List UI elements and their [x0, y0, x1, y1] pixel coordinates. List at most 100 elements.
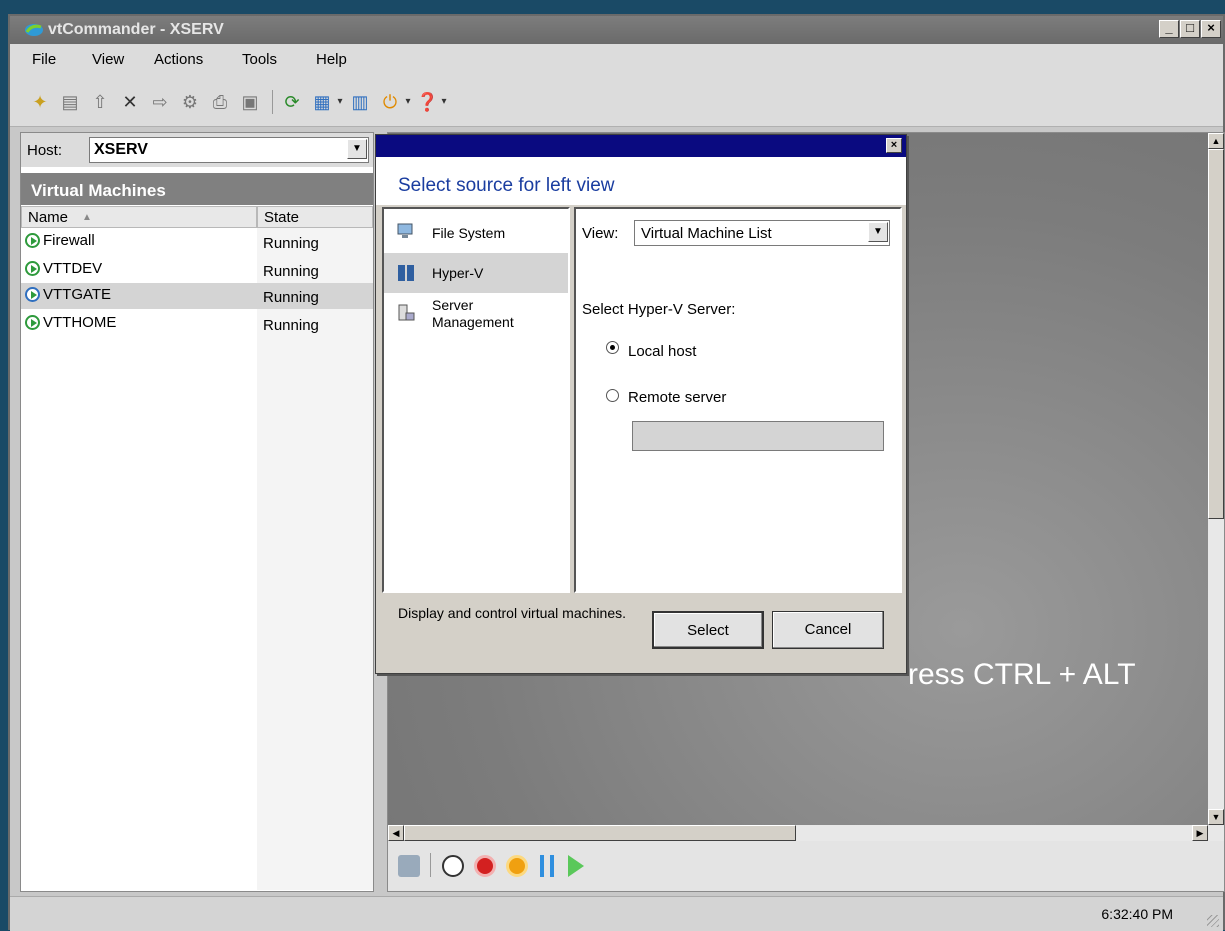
host-select[interactable]: XSERV ▼ [89, 137, 369, 163]
turn-off-icon[interactable] [474, 855, 496, 877]
dialog-title-bar[interactable]: × [376, 135, 906, 157]
view-value: Virtual Machine List [641, 225, 772, 242]
dropdown-arrow-icon[interactable]: ▼ [347, 139, 367, 159]
window-title: vtCommander - XSERV [48, 21, 224, 38]
source-label: Hyper-V [432, 265, 484, 281]
vm-list-title: Virtual Machines [31, 181, 166, 200]
ctrl-alt-del-icon[interactable] [398, 855, 420, 877]
host-label: Host: [27, 142, 63, 159]
scroll-right-icon[interactable]: ▶ [1192, 825, 1208, 841]
minimize-button[interactable]: _ [1159, 20, 1179, 38]
console-login-text: ress CTRL + ALT [908, 658, 1136, 691]
vm-state: Running [263, 317, 319, 334]
sort-ascending-icon: ▲ [82, 212, 92, 223]
vertical-scroll-thumb[interactable] [1208, 149, 1224, 519]
menu-file[interactable]: File [32, 51, 56, 68]
export-icon[interactable]: ⇧ [90, 92, 110, 112]
remote-server-label[interactable]: Remote server [628, 389, 726, 406]
maximize-button[interactable]: □ [1180, 20, 1200, 38]
start-icon[interactable] [568, 855, 584, 877]
column-name-label: Name [28, 209, 69, 226]
vm-running-icon [25, 233, 40, 248]
vm-row[interactable]: Firewall Running [21, 229, 373, 255]
connect-icon[interactable]: ⚙ [180, 92, 200, 112]
cancel-button[interactable]: Cancel [772, 611, 884, 649]
layout-icon[interactable]: ▥ [350, 92, 370, 112]
control-separator [430, 853, 431, 877]
local-host-radio[interactable] [606, 341, 619, 354]
status-time: 6:32:40 PM [1101, 906, 1173, 922]
vm-state: Running [263, 235, 319, 252]
menu-tools[interactable]: Tools [242, 51, 277, 68]
toolbar-separator [272, 90, 273, 114]
menu-bar: File View Actions Tools Help [10, 44, 1223, 76]
vm-row[interactable]: VTTHOME Running [21, 311, 373, 337]
column-header-name[interactable]: Name ▲ [21, 206, 257, 228]
help-icon[interactable]: ❓ [416, 92, 438, 112]
new-icon[interactable]: ✦ [30, 92, 50, 112]
vertical-scrollbar[interactable]: ▲ ▼ [1208, 133, 1224, 841]
vm-list-header: Virtual Machines [21, 173, 373, 205]
server-icon [398, 265, 414, 281]
title-bar[interactable]: vtCommander - XSERV _ □ × [10, 16, 1223, 44]
remote-server-input[interactable] [632, 421, 884, 451]
horizontal-scroll-thumb[interactable] [404, 825, 796, 841]
clipboard-icon[interactable]: ▣ [240, 92, 260, 112]
select-button[interactable]: Select [652, 611, 764, 649]
shutdown-icon[interactable] [506, 855, 528, 877]
chevron-down-icon[interactable]: ▾ [330, 92, 350, 112]
properties-icon[interactable]: ▤ [60, 92, 80, 112]
column-header-state[interactable]: State [257, 206, 373, 228]
chevron-down-icon[interactable]: ▾ [398, 92, 418, 112]
dialog-close-button[interactable]: × [886, 138, 902, 153]
vm-name: Firewall [43, 232, 95, 249]
server-management-icon [398, 304, 415, 321]
menu-actions[interactable]: Actions [154, 51, 203, 68]
print-icon[interactable]: ⎙ [210, 92, 230, 112]
vm-running-icon [25, 261, 40, 276]
column-state-label: State [264, 209, 300, 226]
vm-row[interactable]: VTTDEV Running [21, 257, 373, 283]
toolbar: ✦ ▤ ⇧ ✕ ⇨ ⚙ ⎙ ▣ ⟳ ▦ ▾ ▥ ⏻ ▾ ❓ ▾ [10, 76, 1223, 127]
dropdown-arrow-icon[interactable]: ▼ [868, 222, 888, 242]
vm-name: VTTGATE [43, 286, 112, 303]
remote-server-radio[interactable] [606, 389, 619, 402]
power-icon[interactable]: ⏻ [380, 92, 400, 112]
source-item-file-system[interactable]: File System [384, 215, 568, 251]
vm-running-icon [25, 287, 40, 302]
left-pane: Host: XSERV ▼ Virtual Machines Name ▲ St… [20, 132, 374, 892]
pause-icon[interactable] [540, 855, 554, 877]
stop-icon[interactable] [442, 855, 464, 877]
vm-state: Running [263, 263, 319, 280]
horizontal-scrollbar[interactable]: ◀ ▶ [388, 825, 1208, 841]
view-select[interactable]: Virtual Machine List ▼ [634, 220, 890, 246]
delete-icon[interactable]: ✕ [120, 92, 140, 112]
source-label: File System [432, 225, 506, 241]
chevron-down-icon[interactable]: ▾ [434, 92, 454, 112]
menu-view[interactable]: View [92, 51, 124, 68]
scroll-up-icon[interactable]: ▲ [1208, 133, 1224, 149]
folder-computer-icon [397, 223, 413, 238]
scroll-left-icon[interactable]: ◀ [388, 825, 404, 841]
dialog-header: Select source for left view [376, 157, 906, 205]
vm-name: VTTHOME [43, 314, 117, 331]
local-host-label[interactable]: Local host [628, 343, 696, 360]
source-label-line1: Server [432, 297, 474, 313]
vm-state: Running [263, 289, 319, 306]
scroll-down-icon[interactable]: ▼ [1208, 809, 1224, 825]
view-label: View: [582, 225, 619, 242]
view-icon[interactable]: ▦ [312, 92, 332, 112]
vm-row-selected[interactable]: VTTGATE Running [21, 283, 373, 309]
resize-grip-icon[interactable] [1207, 915, 1219, 927]
select-source-dialog: × Select source for left view File Syste… [375, 134, 907, 674]
dialog-title: Select source for left view [398, 175, 615, 196]
source-item-hyper-v[interactable]: Hyper-V [384, 253, 568, 293]
import-icon[interactable]: ⇨ [150, 92, 170, 112]
refresh-icon[interactable]: ⟳ [282, 92, 302, 112]
host-row: Host: XSERV ▼ [21, 133, 373, 167]
status-bar: 6:32:40 PM [10, 896, 1223, 931]
menu-help[interactable]: Help [316, 51, 347, 68]
source-item-server-management[interactable]: Server Management [384, 297, 568, 341]
source-list: File System Hyper-V Server Management [382, 207, 570, 593]
close-button[interactable]: × [1201, 20, 1221, 38]
